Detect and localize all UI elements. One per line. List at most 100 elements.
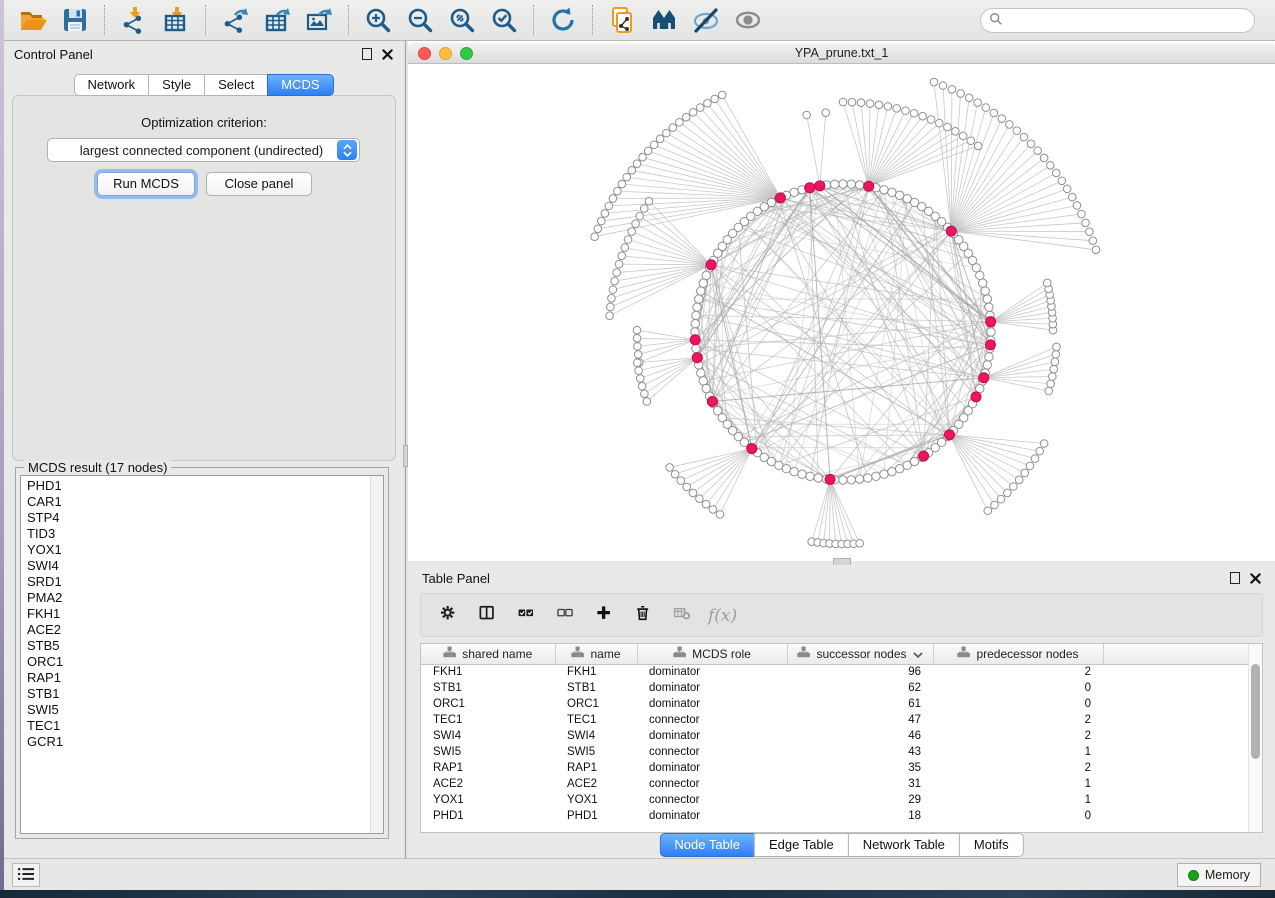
mcds-result-item[interactable]: TID3 bbox=[21, 526, 369, 542]
import-network-icon[interactable] bbox=[119, 5, 149, 35]
mcds-result-item[interactable]: STB5 bbox=[21, 638, 369, 654]
select-all-icon[interactable] bbox=[511, 600, 545, 630]
tab-mcds[interactable]: MCDS bbox=[267, 74, 333, 96]
column-header-successor-nodes[interactable]: successor nodes bbox=[787, 644, 933, 664]
mcds-result-item[interactable]: CAR1 bbox=[21, 494, 369, 510]
column-header-MCDS-role[interactable]: MCDS role bbox=[637, 644, 787, 664]
toolbar-separator bbox=[592, 5, 593, 35]
status-bar: Memory bbox=[4, 858, 1275, 890]
table-row[interactable]: TEC1TEC1connector472 bbox=[421, 712, 1251, 728]
table-scrollbar[interactable] bbox=[1248, 644, 1262, 832]
column-header-predecessor-nodes[interactable]: predecessor nodes bbox=[933, 644, 1103, 664]
optimization-criterion-value: largest connected component (undirected) bbox=[48, 143, 337, 158]
tab-style[interactable]: Style bbox=[148, 74, 205, 96]
zoom-in-icon[interactable] bbox=[363, 5, 393, 35]
memory-button[interactable]: Memory bbox=[1177, 863, 1261, 887]
tab-node-table[interactable]: Node Table bbox=[659, 833, 755, 857]
main-toolbar bbox=[4, 0, 1275, 41]
network-window-titlebar[interactable]: YPA_prune.txt_1 bbox=[408, 43, 1275, 64]
zoom-out-icon[interactable] bbox=[405, 5, 435, 35]
open-file-icon[interactable] bbox=[18, 5, 48, 35]
mcds-result-item[interactable]: RAP1 bbox=[21, 670, 369, 686]
close-panel-button[interactable]: Close panel bbox=[206, 172, 312, 196]
deselect-all-icon[interactable] bbox=[550, 600, 584, 630]
table-row[interactable]: ORC1ORC1dominator610 bbox=[421, 696, 1251, 712]
mcds-result-item[interactable]: SRD1 bbox=[21, 574, 369, 590]
mcds-result-scrollbar[interactable] bbox=[370, 476, 383, 833]
mcds-result-item[interactable]: YOX1 bbox=[21, 542, 369, 558]
search-input[interactable] bbox=[1008, 14, 1246, 28]
float-panel-icon[interactable] bbox=[1230, 572, 1240, 584]
tab-network[interactable]: Network bbox=[73, 74, 149, 96]
chevron-up-icon bbox=[343, 144, 352, 150]
column-header-shared-name[interactable]: shared name bbox=[421, 644, 555, 664]
network-document-icon[interactable] bbox=[607, 5, 637, 35]
table-toolbar: f(x) bbox=[420, 593, 1263, 637]
column-type-icon bbox=[673, 646, 686, 661]
table-scrollbar-thumb[interactable] bbox=[1251, 664, 1260, 759]
export-network-icon[interactable] bbox=[220, 5, 250, 35]
float-panel-icon[interactable] bbox=[362, 48, 372, 60]
table-row[interactable]: SWI4SWI4dominator462 bbox=[421, 728, 1251, 744]
search-box bbox=[980, 8, 1255, 33]
run-mcds-button[interactable]: Run MCDS bbox=[97, 172, 195, 196]
column-type-icon bbox=[443, 646, 456, 661]
mcds-result-item[interactable]: STP4 bbox=[21, 510, 369, 526]
table-row[interactable]: SWI5SWI5connector431 bbox=[421, 744, 1251, 760]
column-type-icon bbox=[571, 646, 584, 661]
table-row[interactable]: FKH1FKH1dominator962 bbox=[421, 664, 1251, 680]
control-panel-header: Control Panel bbox=[4, 41, 403, 67]
toolbar-separator bbox=[533, 5, 534, 35]
mcds-result-item[interactable]: PHD1 bbox=[21, 478, 369, 494]
tab-edge-table[interactable]: Edge Table bbox=[754, 833, 849, 857]
table-panel-header: Table Panel bbox=[408, 565, 1275, 591]
show-all-icon[interactable] bbox=[733, 5, 763, 35]
mcds-result-item[interactable]: TEC1 bbox=[21, 718, 369, 734]
column-header-filler bbox=[1103, 644, 1251, 664]
close-panel-icon[interactable] bbox=[1250, 573, 1261, 584]
mcds-result-item[interactable]: PMA2 bbox=[21, 590, 369, 606]
toolbar-separator bbox=[205, 5, 206, 35]
show-columns-icon[interactable] bbox=[472, 600, 506, 630]
mcds-result-item[interactable]: STB1 bbox=[21, 686, 369, 702]
mcds-result-item[interactable]: ACE2 bbox=[21, 622, 369, 638]
toolbar-separator bbox=[104, 5, 105, 35]
close-panel-icon[interactable] bbox=[382, 49, 393, 60]
node-table: shared namenameMCDS rolesuccessor nodesp… bbox=[420, 643, 1263, 833]
zoom-selected-icon[interactable] bbox=[489, 5, 519, 35]
save-session-icon[interactable] bbox=[60, 5, 90, 35]
first-neighbors-icon[interactable] bbox=[649, 5, 679, 35]
add-column-icon[interactable] bbox=[589, 600, 623, 630]
table-row[interactable]: RAP1RAP1dominator352 bbox=[421, 760, 1251, 776]
zoom-fit-icon[interactable] bbox=[447, 5, 477, 35]
table-row[interactable]: PHD1PHD1dominator180 bbox=[421, 808, 1251, 824]
network-canvas[interactable] bbox=[408, 64, 1275, 565]
table-row[interactable]: ACE2ACE2connector311 bbox=[421, 776, 1251, 792]
control-panel: Control Panel Network Style Select MCDS … bbox=[4, 41, 403, 858]
show-panels-button[interactable] bbox=[12, 863, 40, 887]
tab-select[interactable]: Select bbox=[204, 74, 268, 96]
hide-selected-icon[interactable] bbox=[691, 5, 721, 35]
mcds-result-item[interactable]: FKH1 bbox=[21, 606, 369, 622]
tab-motifs[interactable]: Motifs bbox=[959, 833, 1024, 857]
mcds-result-item[interactable]: GCR1 bbox=[21, 734, 369, 750]
export-image-icon[interactable] bbox=[304, 5, 334, 35]
desktop-wallpaper-bottom bbox=[0, 890, 1275, 898]
tab-network-table[interactable]: Network Table bbox=[848, 833, 960, 857]
function-builder-icon: f(x) bbox=[706, 600, 740, 630]
table-row[interactable]: STB1STB1dominator620 bbox=[421, 680, 1251, 696]
mcds-result-item[interactable]: SWI5 bbox=[21, 702, 369, 718]
column-header-name[interactable]: name bbox=[555, 644, 637, 664]
table-mode-gear-icon[interactable] bbox=[433, 600, 467, 630]
export-table-icon[interactable] bbox=[262, 5, 292, 35]
mcds-result-item[interactable]: SWI4 bbox=[21, 558, 369, 574]
mcds-result-item[interactable]: ORC1 bbox=[21, 654, 369, 670]
memory-status-dot bbox=[1188, 870, 1199, 881]
mcds-result-list[interactable]: PHD1CAR1STP4TID3YOX1SWI4SRD1PMA2FKH1ACE2… bbox=[20, 475, 384, 834]
list-icon bbox=[16, 866, 36, 885]
optimization-criterion-select[interactable]: largest connected component (undirected) bbox=[47, 138, 360, 162]
delete-columns-icon[interactable] bbox=[628, 600, 662, 630]
refresh-icon[interactable] bbox=[548, 5, 578, 35]
import-table-icon[interactable] bbox=[161, 5, 191, 35]
table-row[interactable]: YOX1YOX1connector291 bbox=[421, 792, 1251, 808]
